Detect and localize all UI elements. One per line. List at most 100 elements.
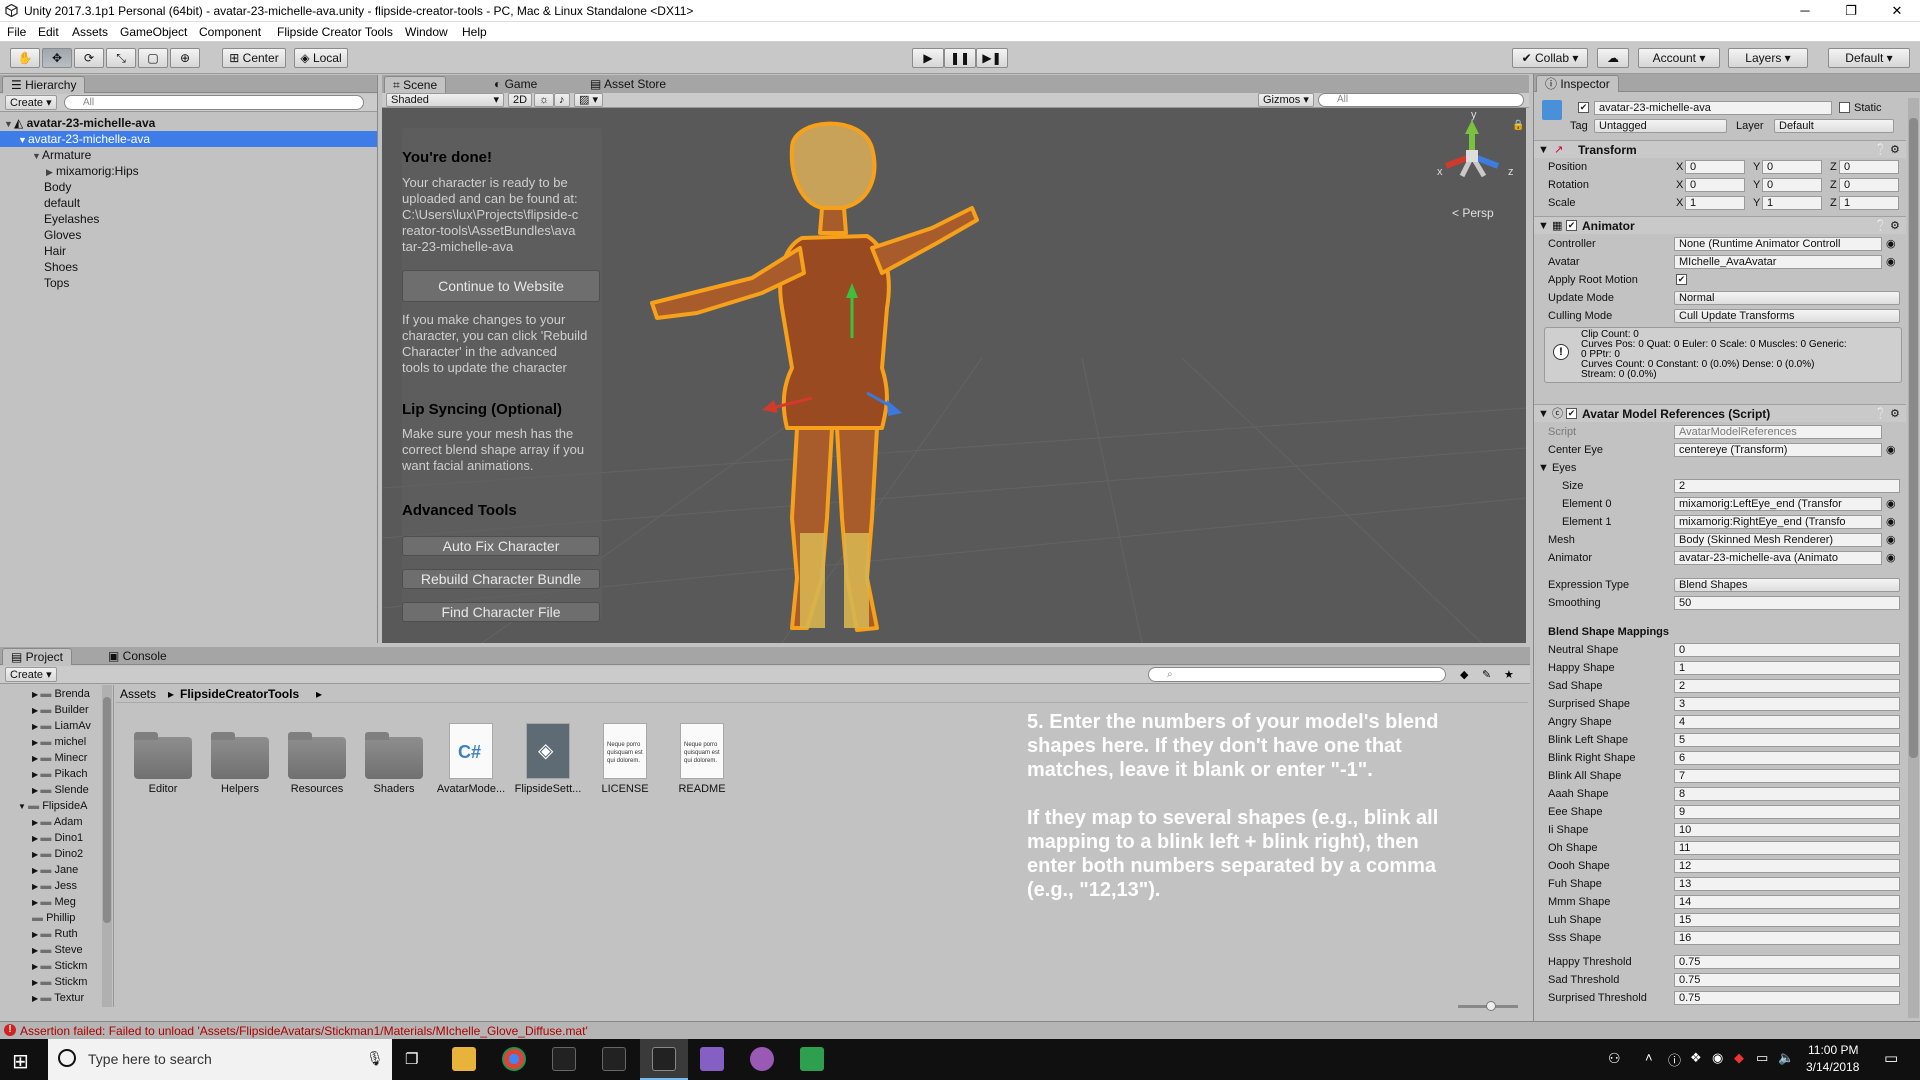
tree-folder-item[interactable]: ▶ ▬ Dino2 (32, 847, 83, 862)
menu-flipside-creator-tools[interactable]: Flipside Creator Tools (277, 25, 393, 39)
object-picker-icon[interactable]: ◉ (1886, 443, 1896, 457)
avatar-model-references-header[interactable]: ▼ ⓒ ✔ Avatar Model References (Script) ❔… (1534, 404, 1906, 422)
continue-to-website-button[interactable]: Continue to Website (402, 270, 600, 302)
controller-field[interactable]: None (Runtime Animator Controll (1674, 237, 1882, 251)
hierarchy-item-gloves[interactable]: Gloves (44, 227, 81, 243)
project-create-button[interactable]: Create ▾ (5, 667, 57, 682)
project-search-input[interactable]: ⌕ (1148, 667, 1446, 682)
asset-item-cs[interactable]: C# AvatarMode... (433, 717, 509, 817)
mapping-field[interactable]: 3 (1674, 697, 1900, 711)
menu-component[interactable]: Component (199, 25, 261, 39)
gizmos-dropdown[interactable]: Gizmos ▾ (1258, 93, 1314, 107)
mapping-field[interactable]: 8 (1674, 787, 1900, 801)
hand-tool-button[interactable]: ✋ (10, 48, 40, 68)
filter-type-icon[interactable]: ◆ (1460, 668, 1468, 681)
rect-tool-button[interactable]: ▢ (138, 48, 168, 68)
unity-taskbar-icon-2[interactable] (602, 1047, 626, 1071)
scene-search-input[interactable]: All (1318, 93, 1524, 107)
mapping-field[interactable]: 14 (1674, 895, 1900, 909)
help-icon[interactable]: ❔ (1874, 219, 1888, 233)
gear-icon[interactable]: ⚙ (1890, 143, 1900, 157)
rotation-x-field[interactable]: 0 (1685, 178, 1745, 192)
layer-dropdown[interactable]: Default (1774, 119, 1894, 133)
people-icon[interactable]: ⚇ (1608, 1050, 1621, 1067)
mapping-field[interactable]: 9 (1674, 805, 1900, 819)
mapping-field[interactable]: 13 (1674, 877, 1900, 891)
volume-icon[interactable]: 🔈 (1778, 1050, 1794, 1066)
element-0-field[interactable]: mixamorig:LeftEye_end (Transfor (1674, 497, 1882, 511)
hierarchy-item-eyelashes[interactable]: Eyelashes (44, 211, 99, 227)
mapping-field[interactable]: 10 (1674, 823, 1900, 837)
object-picker-icon[interactable]: ◉ (1886, 551, 1896, 565)
tree-folder-item[interactable]: ▶ ▬ Slende (32, 783, 89, 798)
effects-toggle[interactable]: ▨ ▾ (574, 93, 603, 107)
tab-console[interactable]: ▣ Console (100, 648, 175, 665)
tree-folder-item[interactable]: ▶ ▬ Builder (32, 703, 89, 718)
active-checkbox[interactable]: ✔ (1578, 102, 1589, 113)
tree-folder-item[interactable]: ▶ ▬ Dino1 (32, 831, 83, 846)
audio-toggle[interactable]: ♪ (554, 93, 570, 107)
hierarchy-item-avatar[interactable]: ▼avatar-23-michelle-ava (0, 131, 377, 147)
tree-folder-item[interactable]: ▶ ▬ Jess (32, 879, 77, 894)
chrome-icon[interactable] (502, 1047, 526, 1071)
mesh-field[interactable]: Body (Skinned Mesh Renderer) (1674, 533, 1882, 547)
menu-assets[interactable]: Assets (72, 25, 108, 39)
app-icon-purple[interactable] (750, 1047, 774, 1071)
menu-window[interactable]: Window (405, 25, 448, 39)
layers-button[interactable]: Layers ▾ (1728, 48, 1808, 68)
asset-item-text[interactable]: Neque porro quisquam est qui dolorem. READM… (664, 717, 740, 817)
gear-icon[interactable]: ⚙ (1890, 407, 1900, 421)
tree-folder-item[interactable]: ▶ ▬ Stickm (32, 975, 87, 990)
mapping-field[interactable]: 2 (1674, 679, 1900, 693)
tree-folder-item[interactable]: ▶ ▬ LiamAv (32, 719, 91, 734)
layout-button[interactable]: Default ▾ (1828, 48, 1910, 68)
icon-size-slider[interactable] (1458, 1001, 1518, 1011)
find-character-file-button[interactable]: Find Character File (402, 602, 600, 622)
visual-studio-icon[interactable] (700, 1047, 724, 1071)
inspector-scrollbar[interactable] (1908, 98, 1919, 1018)
mapping-field[interactable]: 16 (1674, 931, 1900, 945)
rotate-tool-button[interactable]: ⟳ (74, 48, 104, 68)
element-1-field[interactable]: mixamorig:RightEye_end (Transfo (1674, 515, 1882, 529)
animator-enabled-checkbox[interactable]: ✔ (1566, 220, 1577, 231)
expression-type-dropdown[interactable]: Blend Shapes (1674, 578, 1900, 592)
minimize-button[interactable]: ─ (1782, 0, 1828, 22)
taskbar-time[interactable]: 11:00 PM (1808, 1043, 1858, 1057)
tree-folder-item[interactable]: ▶ ▬ Stickm (32, 959, 87, 974)
animator-header[interactable]: ▼ ▦ ✔ Animator ❔ ⚙ (1534, 216, 1906, 234)
tray-info-icon[interactable]: ⓘ (1668, 1050, 1681, 1069)
center-eye-field[interactable]: centereye (Transform) (1674, 443, 1882, 457)
tab-scene[interactable]: ⌗ Scene (384, 76, 447, 93)
rotation-z-field[interactable]: 0 (1839, 178, 1899, 192)
avatar-field[interactable]: MIchelle_AvaAvatar (1674, 255, 1882, 269)
hierarchy-item-hips[interactable]: ▶ mixamorig:Hips (46, 163, 139, 179)
smoothing-field[interactable]: 50 (1674, 596, 1900, 610)
dropbox-icon[interactable]: ❖ (1690, 1050, 1702, 1066)
pause-button[interactable]: ❚❚ (944, 48, 976, 68)
object-picker-icon[interactable]: ◉ (1886, 255, 1896, 269)
toggle-2d-button[interactable]: 2D (508, 93, 533, 107)
scale-x-field[interactable]: 1 (1685, 196, 1745, 210)
lighting-toggle[interactable]: ☼ (534, 93, 555, 107)
asset-item-folder[interactable]: Shaders (356, 717, 432, 817)
scene-root-row[interactable]: ▼◭ avatar-23-michelle-ava (4, 115, 374, 131)
update-mode-dropdown[interactable]: Normal (1674, 291, 1900, 305)
hierarchy-item-armature[interactable]: ▼Armature (32, 147, 91, 163)
object-name-field[interactable]: avatar-23-michelle-ava (1594, 101, 1832, 115)
tray-red-icon[interactable]: ◆ (1734, 1050, 1744, 1066)
tree-folder-item[interactable]: ▶ ▬ Ruth (32, 927, 78, 942)
rotation-y-field[interactable]: 0 (1762, 178, 1822, 192)
inspector-scrollbar-thumb[interactable] (1909, 118, 1918, 758)
object-picker-icon[interactable]: ◉ (1886, 533, 1896, 547)
hierarchy-create-button[interactable]: Create ▾ (5, 95, 57, 110)
auto-fix-button[interactable]: Auto Fix Character (402, 536, 600, 556)
taskbar-date[interactable]: 3/14/2018 (1806, 1060, 1859, 1074)
position-y-field[interactable]: 0 (1762, 160, 1822, 174)
threshold-field[interactable]: 0.75 (1674, 991, 1900, 1005)
tree-folder-item[interactable]: ▶ ▬ Meg (32, 895, 76, 910)
tree-scrollbar[interactable] (102, 685, 112, 1007)
asset-item-folder[interactable]: Helpers (202, 717, 278, 817)
play-button[interactable]: ▶ (912, 48, 944, 68)
tag-dropdown[interactable]: Untagged (1594, 119, 1727, 133)
hierarchy-item-body[interactable]: Body (44, 179, 71, 195)
